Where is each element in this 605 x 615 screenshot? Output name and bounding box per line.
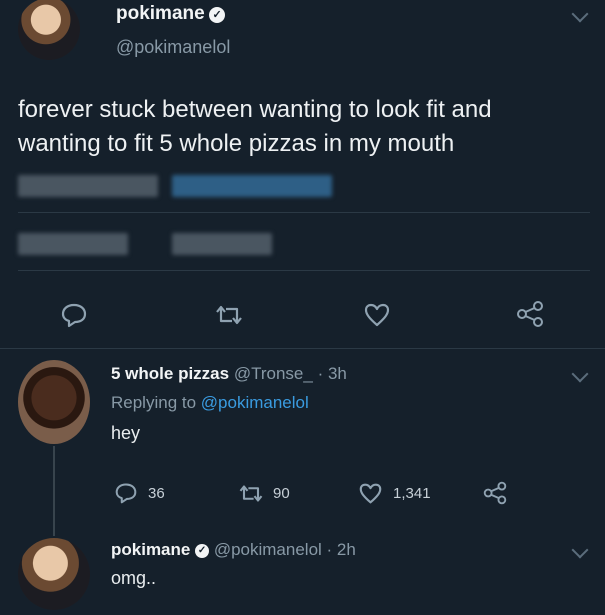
tweet-text: forever stuck between wanting to look fi… — [18, 93, 492, 161]
verified-icon: ✓ — [195, 543, 210, 558]
tweet-header: pokimane ✓ — [116, 3, 226, 25]
like-icon[interactable] — [358, 482, 383, 505]
reply-icon[interactable] — [60, 302, 88, 328]
censored-text — [18, 175, 158, 197]
timestamp[interactable]: · 3h — [318, 364, 347, 383]
thread-line — [53, 446, 55, 536]
censored-text — [18, 233, 128, 255]
chevron-down-icon[interactable] — [571, 365, 589, 383]
author-name[interactable]: pokimane — [111, 540, 190, 559]
verified-icon: ✓ — [209, 6, 226, 23]
like-count: 1,341 — [393, 485, 431, 502]
share-icon[interactable] — [515, 300, 545, 328]
reply-text: hey — [111, 423, 141, 443]
share-icon[interactable] — [482, 481, 508, 505]
reply-icon[interactable] — [114, 482, 138, 504]
author-name[interactable]: pokimane — [116, 3, 205, 24]
replying-to: Replying to @pokimanelol — [111, 393, 309, 413]
avatar[interactable] — [18, 538, 90, 610]
reply-header: 5 whole pizzas @Tronse_ · 3h — [111, 364, 347, 384]
censored-link — [172, 175, 332, 197]
timestamp[interactable]: · 2h — [327, 540, 356, 559]
avatar[interactable] — [18, 0, 80, 60]
retweet-icon[interactable] — [213, 303, 245, 327]
divider — [18, 212, 590, 213]
author-handle[interactable]: @pokimanelol — [116, 37, 230, 58]
reply-count: 36 — [148, 485, 165, 502]
avatar[interactable] — [18, 360, 90, 444]
author-name[interactable]: 5 whole pizzas — [111, 364, 229, 383]
author-handle[interactable]: @pokimanelol — [214, 540, 322, 559]
chevron-down-icon[interactable] — [571, 5, 589, 23]
reply-text: omg.. — [111, 568, 157, 588]
replying-to-handle[interactable]: @pokimanelol — [201, 393, 309, 412]
divider — [18, 270, 590, 271]
retweet-icon[interactable] — [237, 483, 265, 504]
tweet-text-line: wanting to fit 5 whole pizzas in my mout… — [18, 130, 455, 157]
retweet-count: 90 — [273, 485, 290, 502]
divider — [0, 348, 605, 349]
replying-to-label: Replying to — [111, 393, 197, 412]
tweet-text-line: forever stuck between wanting to look fi… — [18, 96, 492, 123]
author-handle[interactable]: @Tronse_ — [234, 364, 313, 383]
censored-text — [172, 233, 272, 255]
like-icon[interactable] — [363, 302, 391, 328]
chevron-down-icon[interactable] — [571, 541, 589, 559]
reply-header: pokimane ✓ @pokimanelol · 2h — [111, 540, 356, 560]
